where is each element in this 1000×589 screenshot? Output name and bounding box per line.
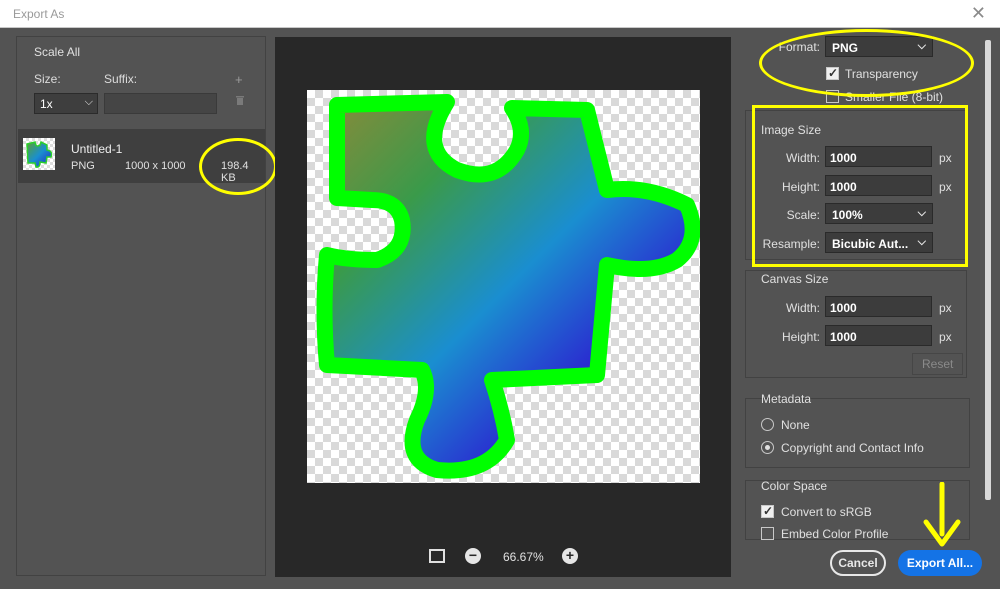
trash-icon[interactable]	[235, 95, 245, 105]
asset-dimensions: 1000 x 1000	[125, 160, 186, 172]
asset-name: Untitled-1	[71, 142, 123, 156]
zoom-out-icon[interactable]: −	[465, 548, 481, 564]
cancel-button[interactable]: Cancel	[830, 550, 886, 576]
size-label: Size:	[34, 72, 61, 86]
format-highlight	[759, 29, 974, 97]
metadata-group	[745, 398, 970, 468]
scale-all-label: Scale All	[34, 45, 81, 59]
suffix-label: Suffix:	[104, 72, 138, 86]
size-select-value: 1x	[40, 97, 53, 111]
suffix-input[interactable]	[104, 93, 217, 114]
canvas-height-label: Height:	[781, 330, 820, 344]
zoom-bar: − 66.67% +	[275, 547, 731, 567]
size-select[interactable]: 1x ⌵	[34, 93, 98, 114]
zoom-in-icon[interactable]: +	[562, 548, 578, 564]
convert-srgb-checkbox[interactable]	[761, 504, 774, 518]
close-icon[interactable]: ✕	[971, 3, 986, 24]
canvas-width-label: Width:	[785, 301, 820, 315]
color-space-title: Color Space	[761, 479, 828, 493]
scale-panel: Scale All + Size: Suffix: 1x ⌵ Untitled-…	[16, 36, 266, 576]
embed-profile-label: Embed Color Profile	[781, 527, 889, 541]
asset-thumbnail	[23, 138, 55, 170]
canvas-size-title: Canvas Size	[761, 272, 829, 286]
preview-area: − 66.67% +	[275, 37, 731, 577]
fit-to-screen-icon[interactable]	[429, 549, 445, 563]
asset-format: PNG	[71, 160, 95, 172]
title-bar: Export As ✕	[0, 0, 1000, 28]
chevron-down-icon: ⌵	[84, 96, 93, 108]
reset-button[interactable]: Reset	[912, 353, 964, 375]
puzzle-piece-image	[316, 94, 701, 479]
file-size-highlight	[199, 138, 277, 195]
metadata-copyright-radio[interactable]	[761, 441, 774, 454]
preview-canvas	[307, 90, 701, 483]
metadata-none-label: None	[781, 418, 810, 432]
scrollbar-thumb[interactable]	[985, 40, 991, 500]
settings-scrollbar[interactable]	[983, 40, 993, 536]
canvas-height-input[interactable]: 1000	[825, 325, 932, 346]
metadata-copyright-label: Copyright and Contact Info	[781, 441, 924, 455]
metadata-none-radio[interactable]	[761, 418, 774, 431]
window-title: Export As	[13, 7, 65, 21]
image-size-highlight	[752, 105, 968, 267]
canvas-height-unit: px	[939, 330, 952, 344]
convert-srgb-label: Convert to sRGB	[781, 505, 872, 519]
zoom-level: 66.67%	[503, 550, 544, 564]
metadata-title: Metadata	[761, 392, 812, 406]
add-scale-icon[interactable]: +	[235, 72, 243, 87]
canvas-width-unit: px	[939, 301, 952, 315]
embed-profile-checkbox[interactable]	[761, 527, 774, 540]
arrow-down-icon	[923, 482, 961, 547]
canvas-width-input[interactable]: 1000	[825, 296, 932, 317]
